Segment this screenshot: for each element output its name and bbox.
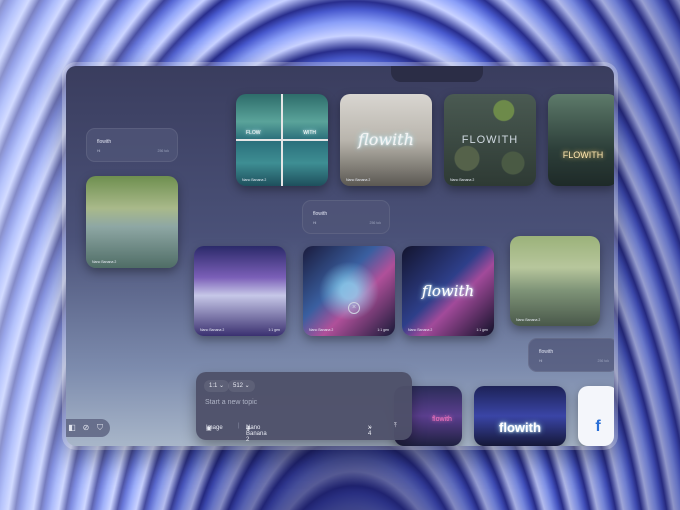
prompt-composer: 1:1 ⌄ 512 ⌄ Start a new topic ▣ Image | … — [196, 372, 412, 443]
image-meta: Nano Banana 2 — [516, 318, 541, 322]
image-card-city[interactable]: flowith — [474, 386, 566, 446]
image-card-swirl-flowith[interactable]: flowith Nano Banana 2 1:1 gen — [402, 246, 494, 336]
image-text: WITH — [303, 130, 316, 136]
app-window: flowith Hi 256 tok flowith Hi 256 tok fl… — [66, 66, 614, 446]
image-meta: Nano Banana 2 1:1 gen — [200, 328, 280, 332]
image-card-office[interactable]: flowith Nano Banana 2 — [340, 94, 432, 186]
compass-icon[interactable]: ⊘ — [80, 422, 92, 434]
resolution-select[interactable]: 512 ⌄ — [228, 380, 255, 392]
node-stat: 256 tok — [597, 359, 609, 363]
image-card-flow-with-grid[interactable]: FLOW WITH Nano Banana 2 — [236, 94, 328, 186]
count-select[interactable]: x 4 ⌄ — [368, 423, 373, 437]
composer-toolbar: ▣ Image | ◈ Nano Banana 2 ⌃ x 4 ⌄ ⤒ — [206, 423, 397, 443]
aspect-ratio-select[interactable]: 1:1 ⌄ — [204, 380, 230, 392]
image-text: f — [595, 418, 601, 435]
image-text: FLOWITH — [562, 150, 604, 160]
image-card-swirl[interactable]: Nano Banana 2 1:1 gen — [303, 246, 395, 336]
image-meta: Nano Banana 2 1:1 gen — [408, 328, 488, 332]
image-text: flowith — [358, 130, 414, 149]
panel-icon[interactable]: ◧ — [66, 422, 78, 434]
shield-icon[interactable]: ⛉ — [94, 422, 106, 434]
node-title: flowith — [539, 349, 554, 355]
image-meta: Nano Banana 2 — [92, 260, 117, 264]
canvas-node-2[interactable]: flowith Hi 256 tok — [302, 200, 390, 234]
window-notch — [391, 66, 483, 82]
node-title: flowith — [97, 139, 112, 145]
image-text: flowith — [421, 282, 475, 300]
image-meta: Nano Banana 2 1:1 gen — [309, 328, 389, 332]
toolbar-divider: | — [238, 423, 240, 429]
canvas-node-3[interactable]: flowith Hi 256 tok — [528, 338, 614, 372]
image-card-river-float[interactable]: Nano Banana 2 — [86, 176, 178, 268]
node-sub: Hi — [313, 221, 317, 225]
image-card-crowd-swirl[interactable]: Nano Banana 2 1:1 gen — [194, 246, 286, 336]
node-sub: Hi — [539, 359, 543, 363]
image-text: flowith — [499, 420, 541, 435]
prompt-input[interactable]: Start a new topic — [205, 399, 257, 406]
image-meta: Nano Banana 2 — [242, 178, 267, 182]
node-sub: Hi — [97, 149, 101, 153]
node-stat: 256 tok — [369, 221, 381, 225]
image-card-stones[interactable]: FLOWITH Nano Banana 2 — [444, 94, 536, 186]
image-card-forest-stream[interactable]: Nano Banana 2 — [510, 236, 600, 326]
side-toolbar: ◧ ⊘ ⛉ — [66, 419, 110, 437]
image-meta: Nano Banana 2 — [450, 178, 475, 182]
chevron-up-icon: ⌃ — [246, 426, 252, 432]
close-icon[interactable]: × — [348, 302, 360, 314]
image-text: FLOWITH — [461, 134, 519, 146]
image-card-light-path[interactable]: FLOWITH — [548, 94, 614, 186]
canvas-node-1[interactable]: flowith Hi 256 tok — [86, 128, 178, 162]
upload-icon[interactable]: ⤒ — [394, 423, 397, 430]
node-stat: 256 tok — [157, 149, 169, 153]
image-text: flowith — [432, 416, 452, 423]
node-title: flowith — [313, 211, 328, 217]
image-text: FLOW — [246, 130, 261, 136]
image-card-logo[interactable]: f — [578, 386, 614, 446]
image-meta: Nano Banana 2 — [346, 178, 371, 182]
